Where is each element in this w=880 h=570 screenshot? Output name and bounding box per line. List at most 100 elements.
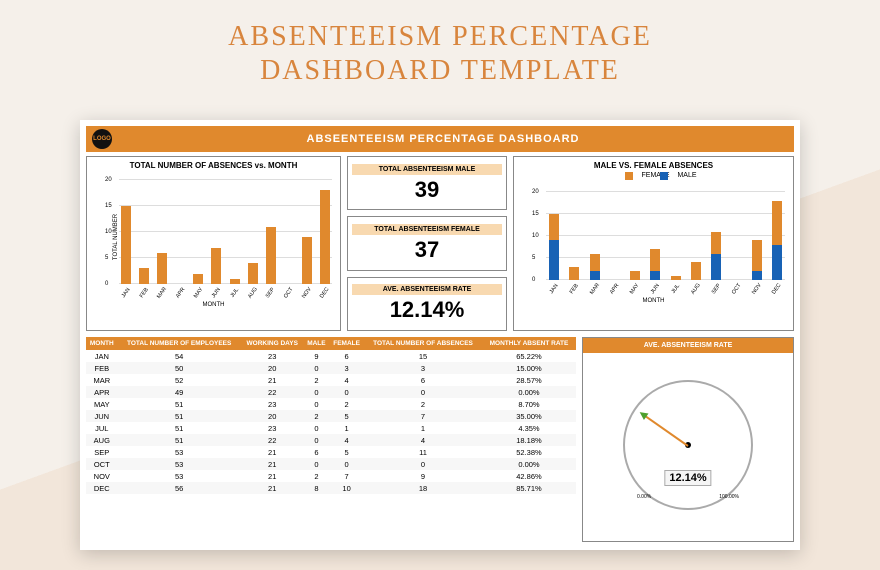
gauge-scale-min: 0.00%: [637, 494, 651, 500]
x-category-label: NOV: [751, 282, 763, 295]
table-cell: MAY: [86, 398, 118, 410]
table-cell: 5: [329, 410, 364, 422]
upper-row: TOTAL NUMBER OF ABSENCES vs. MONTH TOTAL…: [86, 156, 794, 331]
table-cell: 0.00%: [482, 458, 576, 470]
table-cell: JAN: [86, 350, 118, 362]
bar-female: [549, 214, 559, 240]
table-cell: 7: [329, 470, 364, 482]
table-cell: 0: [304, 422, 329, 434]
bar: [248, 263, 258, 284]
kpi-column: TOTAL ABSENTEEISM MALE 39 TOTAL ABSENTEE…: [347, 156, 507, 331]
x-category-label: FEB: [139, 287, 150, 299]
kpi-rate: AVE. ABSENTEEISM RATE 12.14%: [347, 277, 507, 331]
table-cell: 2: [304, 470, 329, 482]
table-cell: 0: [304, 386, 329, 398]
data-table-panel: MONTHTOTAL NUMBER OF EMPLOYEESWORKING DA…: [86, 337, 576, 542]
table-cell: 85.71%: [482, 482, 576, 494]
legend-swatch-male: [660, 172, 668, 180]
table-cell: 52.38%: [482, 446, 576, 458]
stack-col: DEC: [769, 184, 785, 280]
bar-female: [752, 240, 762, 271]
right-chart-title: MALE VS. FEMALE ABSENCES: [518, 161, 789, 170]
legend-swatch-female: [625, 172, 633, 180]
stack-col: SEP: [708, 184, 724, 280]
x-axis-label-left: MONTH: [203, 302, 225, 308]
bar-female: [630, 271, 640, 280]
table-cell: 2: [364, 398, 482, 410]
bar-male: [590, 271, 600, 280]
table-row: OCT53210000.00%: [86, 458, 576, 470]
table-cell: 52: [118, 374, 241, 386]
table-cell: 0: [304, 458, 329, 470]
bar-male: [772, 245, 782, 280]
right-chart-legend: FEMALE MALE: [518, 172, 789, 180]
x-category-label: OCT: [731, 283, 743, 296]
stack-col: FEB: [566, 184, 582, 280]
bar-female: [772, 201, 782, 245]
dashboard-header-bar: LOGO ABSEENTEEISM PERCENTAGE DASHBOARD: [86, 126, 794, 152]
gauge-value: 12.14%: [664, 470, 711, 486]
table-row: AUG512204418.18%: [86, 434, 576, 446]
bar: [320, 190, 330, 284]
bar-col: NOV: [300, 176, 314, 284]
stack-col: AUG: [688, 184, 704, 280]
table-cell: 22: [241, 434, 304, 446]
right-chart-area: 0 5 10 15 20 JANFEBMARAPRMAYJUNJULAUGSEP…: [518, 180, 789, 298]
table-cell: 20: [241, 410, 304, 422]
x-category-label: MAR: [589, 282, 601, 295]
x-category-label: DEC: [771, 283, 783, 296]
bar: [193, 274, 203, 284]
table-row: JUL51230114.35%: [86, 422, 576, 434]
table-cell: SEP: [86, 446, 118, 458]
kpi-rate-value: 12.14%: [390, 297, 465, 323]
table-cell: 8: [304, 482, 329, 494]
table-cell: 3: [329, 362, 364, 374]
table-cell: 20: [241, 362, 304, 374]
x-category-label: AUG: [247, 286, 259, 299]
table-cell: 2: [329, 398, 364, 410]
table-cell: 6: [304, 446, 329, 458]
page-title: ABSENTEEISM PERCENTAGE DASHBOARD TEMPLAT…: [0, 0, 880, 87]
bar-female: [671, 276, 681, 280]
bar: [211, 248, 221, 284]
kpi-male-title: TOTAL ABSENTEEISM MALE: [352, 164, 502, 175]
table-cell: 4: [329, 374, 364, 386]
table-cell: 28.57%: [482, 374, 576, 386]
bar: [266, 227, 276, 284]
kpi-female: TOTAL ABSENTEEISM FEMALE 37: [347, 216, 507, 270]
bar: [302, 237, 312, 284]
table-cell: 53: [118, 446, 241, 458]
bar-male: [711, 254, 721, 280]
table-cell: 53: [118, 458, 241, 470]
table-cell: 21: [241, 458, 304, 470]
table-header-cell: TOTAL NUMBER OF ABSENCES: [364, 337, 482, 350]
table-cell: DEC: [86, 482, 118, 494]
table-cell: 1: [364, 422, 482, 434]
stack-col: MAR: [587, 184, 603, 280]
table-cell: 0: [329, 386, 364, 398]
table-header-cell: MALE: [304, 337, 329, 350]
x-category-label: SEP: [265, 287, 276, 299]
table-cell: 18: [364, 482, 482, 494]
page-title-line2: DASHBOARD TEMPLATE: [0, 54, 880, 88]
table-cell: 23: [241, 422, 304, 434]
table-cell: 0: [364, 458, 482, 470]
table-cell: 5: [329, 446, 364, 458]
x-category-label: JUN: [650, 283, 661, 295]
stack-col: OCT: [728, 184, 744, 280]
x-category-label: JUL: [670, 283, 681, 294]
table-cell: 0: [364, 386, 482, 398]
table-cell: 0.00%: [482, 386, 576, 398]
table-cell: APR: [86, 386, 118, 398]
table-row: FEB502003315.00%: [86, 362, 576, 374]
table-cell: 21: [241, 374, 304, 386]
x-category-label: MAY: [629, 283, 641, 296]
x-category-label: SEP: [711, 283, 722, 295]
table-cell: 0: [304, 434, 329, 446]
lower-row: MONTHTOTAL NUMBER OF EMPLOYEESWORKING DA…: [86, 337, 794, 542]
table-cell: 21: [241, 482, 304, 494]
table-cell: 21: [241, 470, 304, 482]
bar-col: JAN: [119, 176, 133, 284]
bar: [157, 253, 167, 284]
table-row: JAN5423961565.22%: [86, 350, 576, 362]
